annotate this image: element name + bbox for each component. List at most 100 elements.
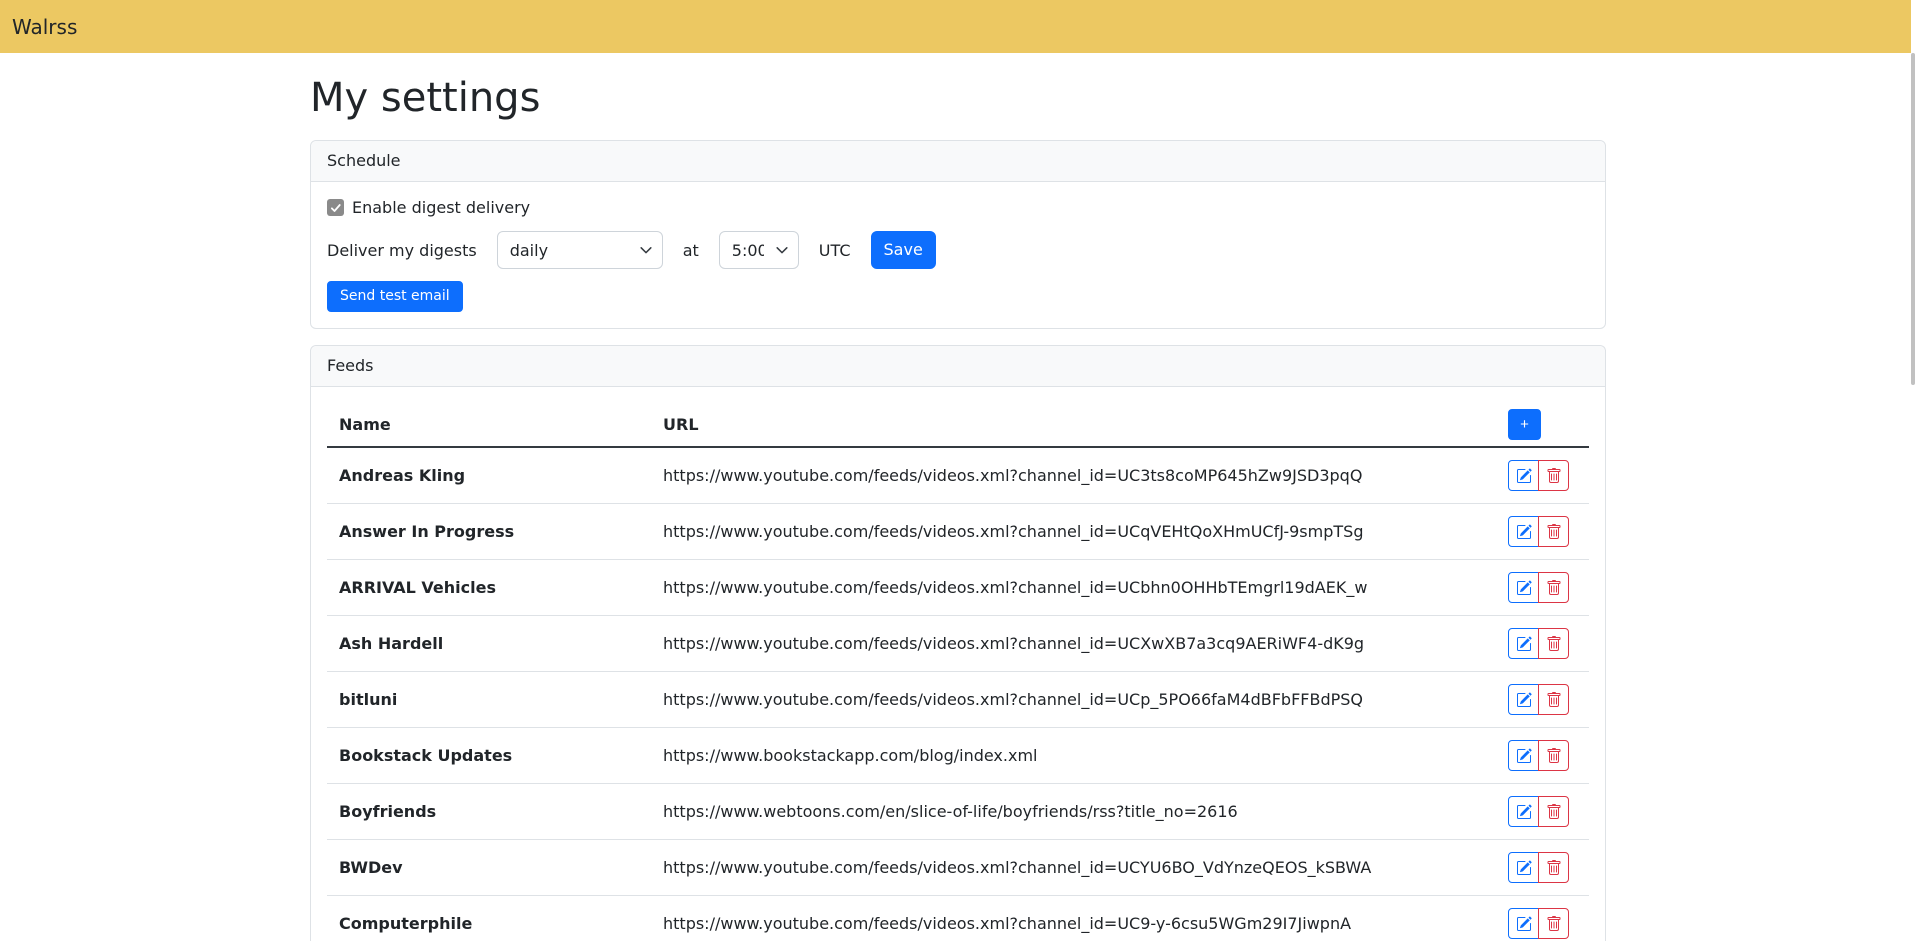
table-row: bitluni https://www.youtube.com/feeds/vi… [327, 672, 1589, 728]
table-row: Answer In Progress https://www.youtube.c… [327, 504, 1589, 560]
page-title: My settings [310, 74, 1606, 122]
feed-url: https://www.youtube.com/feeds/videos.xml… [651, 840, 1496, 896]
edit-feed-button[interactable] [1508, 908, 1539, 939]
delete-feed-button[interactable] [1538, 908, 1569, 939]
feed-name: Bookstack Updates [327, 728, 651, 784]
feed-url: https://www.webtoons.com/en/slice-of-lif… [651, 784, 1496, 840]
deliver-label: Deliver my digests [327, 241, 477, 260]
scrollbar-track [1911, 0, 1916, 941]
trash-icon [1546, 524, 1562, 540]
at-label: at [683, 241, 699, 260]
edit-feed-button[interactable] [1508, 460, 1539, 491]
feed-name: ARRIVAL Vehicles [327, 560, 651, 616]
delete-feed-button[interactable] [1538, 628, 1569, 659]
feed-url: https://www.bookstackapp.com/blog/index.… [651, 728, 1496, 784]
table-row: Bookstack Updates https://www.bookstacka… [327, 728, 1589, 784]
delete-feed-button[interactable] [1538, 460, 1569, 491]
feed-actions [1496, 447, 1589, 504]
schedule-card-header: Schedule [311, 141, 1605, 182]
pencil-square-icon [1516, 860, 1532, 876]
feed-actions [1496, 504, 1589, 560]
table-row: Andreas Kling https://www.youtube.com/fe… [327, 447, 1589, 504]
feeds-card: Feeds Name URL + Andreas Kling https://w… [310, 345, 1606, 941]
enable-digest-checkbox[interactable] [327, 199, 344, 216]
check-icon [330, 202, 342, 214]
feed-actions [1496, 616, 1589, 672]
trash-icon [1546, 692, 1562, 708]
feeds-table: Name URL + Andreas Kling https://www.you… [327, 403, 1589, 941]
feed-url: https://www.youtube.com/feeds/videos.xml… [651, 672, 1496, 728]
feeds-table-header-row: Name URL + [327, 403, 1589, 447]
delete-feed-button[interactable] [1538, 740, 1569, 771]
pencil-square-icon [1516, 804, 1532, 820]
feeds-table-body: Andreas Kling https://www.youtube.com/fe… [327, 447, 1589, 941]
feed-actions [1496, 840, 1589, 896]
table-row: Computerphile https://www.youtube.com/fe… [327, 896, 1589, 941]
feed-url: https://www.youtube.com/feeds/videos.xml… [651, 896, 1496, 941]
column-header-name: Name [327, 403, 651, 447]
schedule-card: Schedule Enable digest delivery Deliver … [310, 140, 1606, 329]
scrollbar-thumb[interactable] [1911, 53, 1915, 385]
trash-icon [1546, 916, 1562, 932]
main-container: My settings Schedule Enable digest deliv… [298, 74, 1618, 941]
timezone-label: UTC [819, 241, 851, 260]
feed-name: Computerphile [327, 896, 651, 941]
delete-feed-button[interactable] [1538, 684, 1569, 715]
pencil-square-icon [1516, 748, 1532, 764]
pencil-square-icon [1516, 692, 1532, 708]
feed-name: Boyfriends [327, 784, 651, 840]
enable-digest-label[interactable]: Enable digest delivery [352, 198, 530, 217]
feed-actions [1496, 896, 1589, 941]
save-button[interactable]: Save [871, 231, 936, 269]
table-row: Boyfriends https://www.webtoons.com/en/s… [327, 784, 1589, 840]
edit-feed-button[interactable] [1508, 516, 1539, 547]
pencil-square-icon [1516, 524, 1532, 540]
table-row: ARRIVAL Vehicles https://www.youtube.com… [327, 560, 1589, 616]
delete-feed-button[interactable] [1538, 516, 1569, 547]
edit-feed-button[interactable] [1508, 852, 1539, 883]
trash-icon [1546, 580, 1562, 596]
pencil-square-icon [1516, 916, 1532, 932]
edit-feed-button[interactable] [1508, 684, 1539, 715]
trash-icon [1546, 748, 1562, 764]
trash-icon [1546, 636, 1562, 652]
frequency-select[interactable]: daily [497, 231, 663, 269]
table-row: BWDev https://www.youtube.com/feeds/vide… [327, 840, 1589, 896]
trash-icon [1546, 804, 1562, 820]
column-header-actions: + [1496, 403, 1589, 447]
time-select[interactable]: 5:00 [719, 231, 799, 269]
feeds-card-body: Name URL + Andreas Kling https://www.you… [311, 387, 1605, 941]
feed-actions [1496, 784, 1589, 840]
feed-name: Ash Hardell [327, 616, 651, 672]
delete-feed-button[interactable] [1538, 572, 1569, 603]
feeds-card-header: Feeds [311, 346, 1605, 387]
edit-feed-button[interactable] [1508, 628, 1539, 659]
table-row: Ash Hardell https://www.youtube.com/feed… [327, 616, 1589, 672]
feed-url: https://www.youtube.com/feeds/videos.xml… [651, 616, 1496, 672]
pencil-square-icon [1516, 636, 1532, 652]
edit-feed-button[interactable] [1508, 796, 1539, 827]
feed-actions [1496, 560, 1589, 616]
column-header-url: URL [651, 403, 1496, 447]
trash-icon [1546, 468, 1562, 484]
feed-url: https://www.youtube.com/feeds/videos.xml… [651, 447, 1496, 504]
schedule-card-body: Enable digest delivery Deliver my digest… [311, 182, 1605, 328]
feed-url: https://www.youtube.com/feeds/videos.xml… [651, 504, 1496, 560]
delete-feed-button[interactable] [1538, 796, 1569, 827]
pencil-square-icon [1516, 580, 1532, 596]
feed-name: Andreas Kling [327, 447, 651, 504]
feed-actions [1496, 672, 1589, 728]
send-test-email-button[interactable]: Send test email [327, 281, 463, 312]
delete-feed-button[interactable] [1538, 852, 1569, 883]
edit-feed-button[interactable] [1508, 740, 1539, 771]
feed-name: bitluni [327, 672, 651, 728]
navbar: Walrss [0, 0, 1916, 53]
edit-feed-button[interactable] [1508, 572, 1539, 603]
feed-url: https://www.youtube.com/feeds/videos.xml… [651, 560, 1496, 616]
feed-name: BWDev [327, 840, 651, 896]
feed-name: Answer In Progress [327, 504, 651, 560]
app-brand-link[interactable]: Walrss [12, 15, 77, 39]
feed-actions [1496, 728, 1589, 784]
add-feed-button[interactable]: + [1508, 409, 1541, 440]
pencil-square-icon [1516, 468, 1532, 484]
